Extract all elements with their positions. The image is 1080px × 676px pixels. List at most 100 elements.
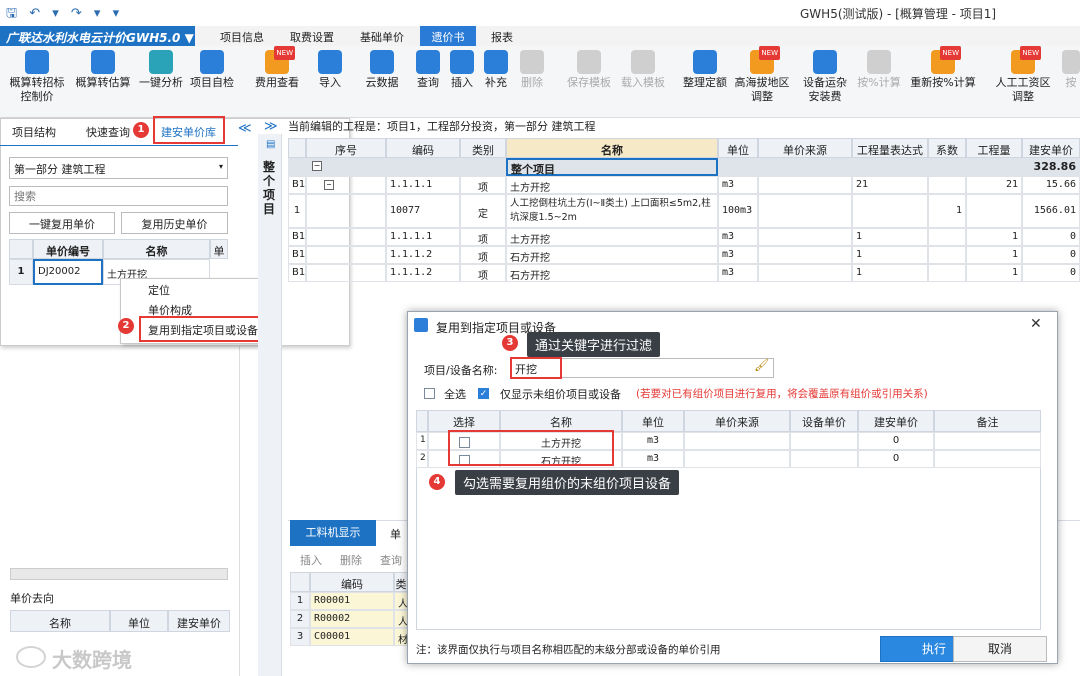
bottom-row-code[interactable]: R00002 (310, 610, 394, 628)
search-input[interactable] (9, 186, 228, 206)
ribbon-btn-insert[interactable]: 插入 (446, 50, 478, 90)
collapse-icon[interactable]: − (312, 161, 322, 171)
ribbon-btn-altitude[interactable]: NEW 高海拔地区 调整 (732, 46, 792, 104)
ribbon-btn-save-template[interactable]: 保存模板 (564, 50, 614, 90)
row-qty[interactable]: 1 (966, 264, 1022, 282)
ribbon-btn-analysis[interactable]: 一键分析 (134, 50, 188, 90)
dialog-close-icon[interactable]: ✕ (1030, 316, 1042, 332)
row-expr[interactable]: 1 (852, 264, 928, 282)
row-coef[interactable]: 1 (928, 194, 966, 228)
history-price-button[interactable]: 复用历史单价 (121, 212, 228, 234)
row-source[interactable] (758, 264, 852, 282)
ribbon-btn-fee-view[interactable]: NEW 费用查看 (250, 46, 304, 90)
row-qty[interactable]: 1 (966, 228, 1022, 246)
row-unit[interactable]: m3 (718, 264, 758, 282)
row-category[interactable]: 项 (460, 246, 506, 264)
menu-base-price[interactable]: 基础单价 (360, 29, 404, 45)
ribbon-btn-cloud[interactable]: 云数据 (360, 50, 404, 90)
row-name[interactable]: 土方开挖 (506, 176, 718, 194)
section-select[interactable]: 第一部分 建筑工程 ▾ (9, 157, 228, 179)
row-source[interactable] (758, 176, 852, 194)
row-category[interactable]: 定 (460, 194, 506, 228)
row-qty[interactable]: 1 (966, 246, 1022, 264)
tab-unit-price-library[interactable]: 建安单价库 (161, 124, 216, 140)
bottom-row-category[interactable]: 人 (394, 592, 408, 610)
row-qty[interactable] (966, 194, 1022, 228)
ribbon-btn-supplement[interactable]: 补充 (480, 50, 512, 90)
bottom-delete-button[interactable]: 删除 (340, 552, 362, 568)
quick-access-toolbar[interactable]: 🖫 ↶ ▾ ↷ ▾ ▾ (6, 4, 123, 26)
ribbon-btn-to-bid[interactable]: 概算转招标 控制价 (4, 50, 70, 104)
row-name[interactable]: 土方开挖 (506, 228, 718, 246)
row-expr[interactable]: 1 (852, 246, 928, 264)
ribbon-btn-wage[interactable]: NEW 人工工资区 调整 (990, 46, 1056, 104)
row-qty[interactable]: 21 (966, 176, 1022, 194)
ribbon-btn-percent[interactable]: 按%计算 (854, 50, 904, 90)
row-name[interactable]: 石方开挖 (506, 246, 718, 264)
row-unit[interactable]: m3 (718, 176, 758, 194)
row-code[interactable]: 1.1.1.1 (386, 176, 460, 194)
ribbon-btn-more[interactable]: 按 (1062, 50, 1080, 90)
row-coef[interactable] (928, 228, 966, 246)
row-name[interactable]: 石方开挖 (506, 264, 718, 282)
bottom-insert-button[interactable]: 插入 (300, 552, 322, 568)
row-seq[interactable] (306, 194, 386, 228)
row-code[interactable]: 1.1.1.1 (386, 228, 460, 246)
row-seq[interactable] (306, 228, 386, 246)
expand-panel-icon[interactable]: ≫ (264, 119, 278, 134)
ribbon-btn-organize[interactable]: 整理定额 (680, 50, 730, 90)
ribbon-btn-delete[interactable]: 删除 (516, 50, 548, 90)
row-seq[interactable]: − (306, 176, 386, 194)
row-coef[interactable] (928, 176, 966, 194)
row-coef[interactable] (928, 246, 966, 264)
reuse-price-button[interactable]: 一键复用单价 (9, 212, 115, 234)
row-coef[interactable] (928, 264, 966, 282)
horizontal-scrollbar[interactable] (10, 568, 228, 580)
row-expr[interactable] (852, 194, 928, 228)
ribbon-btn-query[interactable]: 查询 (412, 50, 444, 90)
row-unit[interactable]: m3 (718, 228, 758, 246)
bottom-row-code[interactable]: C00001 (310, 628, 394, 646)
row-category[interactable]: 项 (460, 264, 506, 282)
row-code[interactable]: 10077 (386, 194, 460, 228)
only-unpriced-checkbox[interactable]: ✓ (478, 388, 489, 399)
row-name[interactable]: 人工挖倒柱坑土方(Ⅰ~Ⅱ类土) 上口面积≤5m2,柱坑深度1.5~2m (506, 194, 718, 228)
grid-cell-code[interactable]: DJ20002 (33, 259, 103, 285)
row-category[interactable]: 项 (460, 228, 506, 246)
row-code[interactable]: 1.1.1.2 (386, 264, 460, 282)
menu-fee-settings[interactable]: 取费设置 (290, 29, 334, 45)
collapse-panel-icon[interactable]: ≪ (238, 121, 252, 136)
ribbon-btn-recalc[interactable]: NEW 重新按%计算 (906, 46, 980, 90)
row-expr[interactable]: 1 (852, 228, 928, 246)
row-category[interactable]: 项 (460, 176, 506, 194)
select-all-checkbox[interactable] (424, 388, 435, 399)
bottom-row-category[interactable]: 材 (394, 628, 408, 646)
row-expr[interactable]: 21 (852, 176, 928, 194)
ctx-item-locate[interactable]: 定位 (148, 282, 170, 298)
row-source[interactable] (758, 194, 852, 228)
row-seq[interactable] (306, 264, 386, 282)
menu-price-book[interactable]: 遗价书 (420, 26, 476, 46)
bottom-query-button[interactable]: 查询 (380, 552, 402, 568)
row-unit[interactable]: 100m3 (718, 194, 758, 228)
menu-reports[interactable]: 报表 (491, 29, 513, 45)
row-unit[interactable]: m3 (718, 246, 758, 264)
clear-brush-icon[interactable]: 🖌 (754, 358, 769, 372)
ribbon-btn-to-estimate[interactable]: 概算转估算 (72, 50, 134, 90)
ctx-item-reuse-to-project[interactable]: 复用到指定项目或设备 (148, 322, 258, 338)
tab-unit-price-analysis[interactable]: 单 (390, 526, 401, 542)
ribbon-btn-self-check[interactable]: 项目自检 (188, 50, 236, 90)
ribbon-btn-import[interactable]: 导入 (312, 50, 348, 90)
row-source[interactable] (758, 246, 852, 264)
menu-project-info[interactable]: 项目信息 (220, 29, 264, 45)
tab-labor-material[interactable]: 工料机显示 (290, 520, 376, 546)
bottom-row-code[interactable]: R00001 (310, 592, 394, 610)
summary-name[interactable]: 整个项目 (506, 158, 718, 176)
bottom-row-category[interactable]: 人 (394, 610, 408, 628)
ribbon-btn-load-template[interactable]: 载入模板 (618, 50, 668, 90)
row-seq[interactable] (306, 246, 386, 264)
side-label-whole-project[interactable]: 整个项目 (263, 160, 277, 216)
row-code[interactable]: 1.1.1.2 (386, 246, 460, 264)
tab-project-structure[interactable]: 项目结构 (12, 124, 56, 140)
cancel-button[interactable]: 取消 (953, 636, 1047, 662)
